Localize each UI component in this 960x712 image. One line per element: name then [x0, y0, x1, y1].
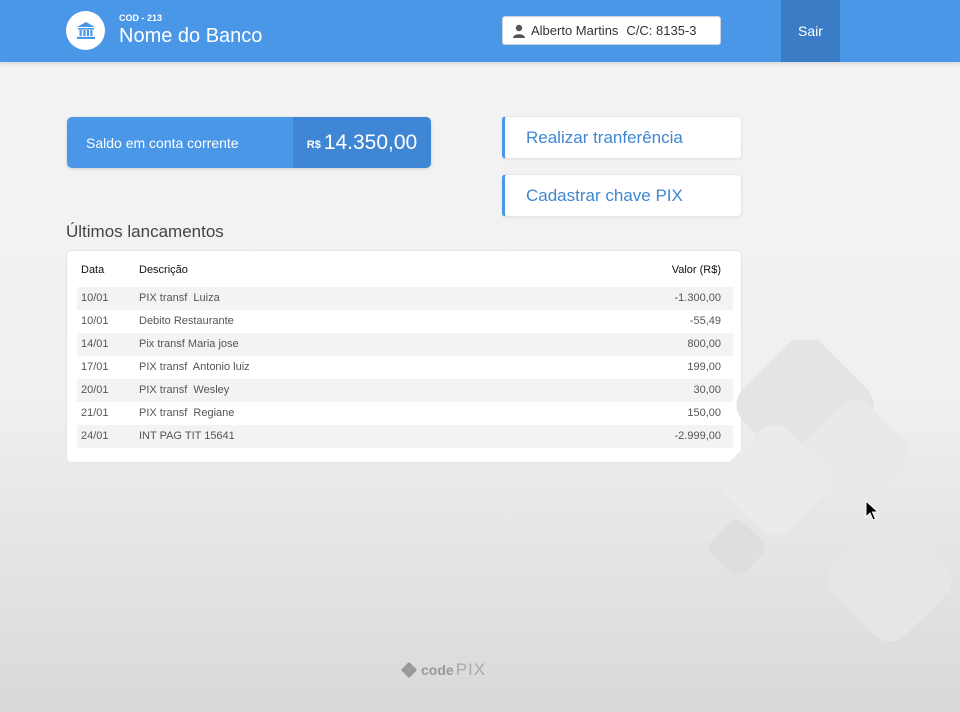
- table-header: Data Descrição Valor (R$): [77, 262, 733, 278]
- footer-brand: code PIX: [401, 660, 486, 680]
- codepix-logo-icon: [401, 662, 417, 678]
- account-holder-name: Alberto Martins: [531, 23, 619, 38]
- balance-value: 14.350,00: [323, 130, 418, 154]
- table-body: 10/01 PIX transf Luiza -1.300,00 10/01 D…: [77, 287, 733, 448]
- transfer-button[interactable]: Realizar tranferência: [502, 116, 742, 159]
- table-row: 14/01 Pix transf Maria jose 800,00: [77, 333, 733, 356]
- row-description: PIX transf Wesley: [139, 384, 230, 396]
- table-row: 21/01 PIX transf Regiane 150,00: [77, 402, 733, 425]
- bank-icon: [75, 20, 97, 42]
- table-row: 10/01 PIX transf Luiza -1.300,00: [77, 287, 733, 310]
- bank-logo: [66, 11, 105, 50]
- balance-label: Saldo em conta corrente: [86, 135, 239, 151]
- row-description: Debito Restaurante: [139, 315, 234, 327]
- footer-brand-code: code: [421, 662, 454, 678]
- logout-button[interactable]: Sair: [781, 0, 840, 62]
- transactions-table: Data Descrição Valor (R$) 10/01 PIX tran…: [66, 250, 742, 463]
- row-date: 17/01: [81, 361, 109, 373]
- register-pix-key-button[interactable]: Cadastrar chave PIX: [502, 174, 742, 217]
- row-description: PIX transf Regiane: [139, 407, 235, 419]
- row-date: 24/01: [81, 430, 109, 442]
- row-description: INT PAG TIT 15641: [139, 430, 235, 442]
- account-info: Alberto Martins C/C: 8135-3: [502, 16, 721, 45]
- row-date: 20/01: [81, 384, 109, 396]
- row-date: 14/01: [81, 338, 109, 350]
- decorative-background-shapes: [709, 340, 952, 642]
- row-value: -55,49: [689, 315, 721, 327]
- top-bar: COD - 213 Nome do Banco Alberto Martins …: [0, 0, 960, 62]
- row-date: 10/01: [81, 292, 109, 304]
- column-header-date: Data: [81, 264, 105, 276]
- footer-brand-pix: PIX: [455, 660, 487, 679]
- bank-name: Nome do Banco: [119, 25, 263, 47]
- table-row: 10/01 Debito Restaurante -55,49: [77, 310, 733, 333]
- balance-currency: R$: [306, 138, 321, 151]
- bank-code: COD - 213: [119, 13, 163, 23]
- account-number: C/C: 8135-3: [626, 23, 697, 38]
- balance-value-box: R$ 14.350,00: [293, 117, 431, 168]
- row-description: PIX transf Antonio luiz: [139, 361, 250, 373]
- table-row: 24/01 INT PAG TIT 15641 -2.999,00: [77, 425, 733, 448]
- user-icon: [512, 24, 526, 38]
- row-date: 21/01: [81, 407, 109, 419]
- mouse-cursor-icon: [865, 500, 879, 521]
- column-header-value: Valor (R$): [671, 264, 721, 276]
- row-date: 10/01: [81, 315, 109, 327]
- column-header-description: Descrição: [139, 264, 188, 276]
- row-value: -1.300,00: [674, 292, 721, 304]
- row-description: Pix transf Maria jose: [139, 338, 239, 350]
- table-row: 20/01 PIX transf Wesley 30,00: [77, 379, 733, 402]
- row-description: PIX transf Luiza: [139, 292, 220, 304]
- transactions-title: Últimos lancamentos: [66, 222, 224, 241]
- table-row: 17/01 PIX transf Antonio luiz 199,00: [77, 356, 733, 379]
- balance-card: Saldo em conta corrente R$ 14.350,00: [67, 117, 431, 168]
